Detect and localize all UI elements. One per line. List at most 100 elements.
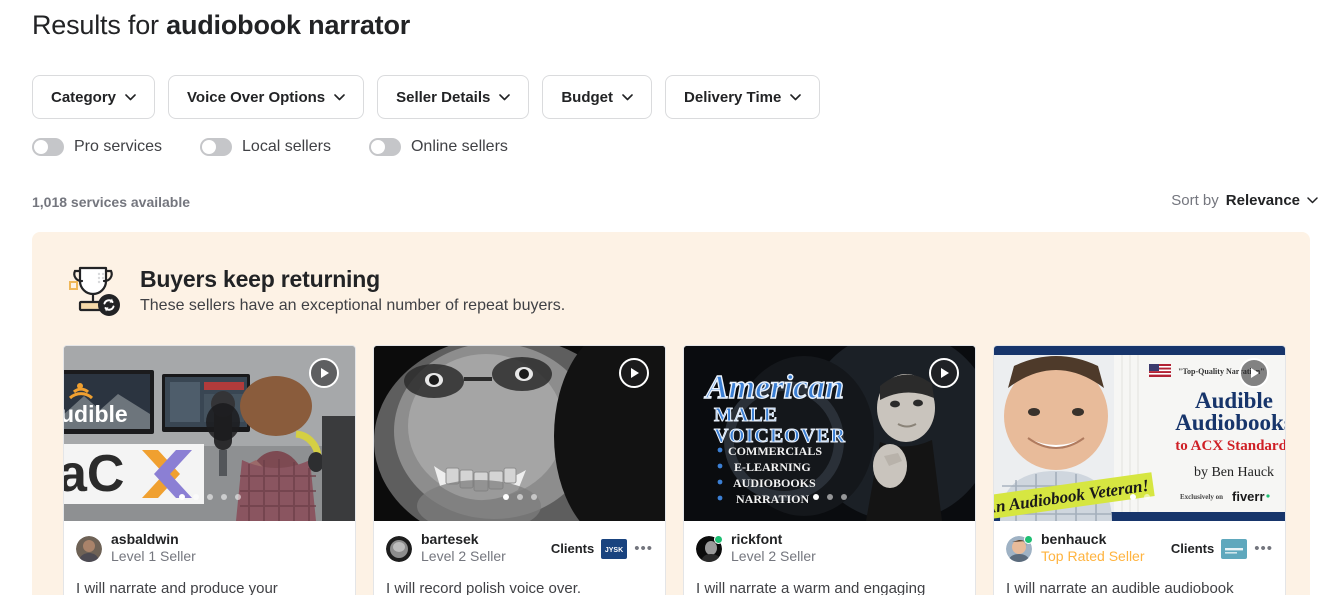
play-icon[interactable] — [619, 358, 649, 388]
svg-text:to ACX Standards: to ACX Standards — [1175, 438, 1285, 454]
carousel-dot[interactable] — [192, 494, 199, 500]
card-body: bartesek Level 2 Seller Clients JYSK •••… — [374, 521, 665, 595]
play-icon[interactable] — [309, 358, 339, 388]
filter-voice-over-options-label: Voice Over Options — [187, 88, 326, 106]
trophy-repeat-icon — [64, 262, 122, 318]
toggle-local-sellers[interactable]: Local sellers — [200, 138, 331, 156]
carousel-dot[interactable] — [812, 494, 819, 500]
filter-category[interactable]: Category — [32, 75, 156, 119]
filter-delivery-time[interactable]: Delivery Time — [665, 75, 821, 119]
filter-voice-over-options[interactable]: Voice Over Options — [168, 75, 365, 119]
toggle-pro-services-label: Pro services — [74, 138, 163, 155]
avatar[interactable] — [1006, 534, 1033, 562]
seller-row: bartesek Level 2 Seller Clients JYSK ••• — [386, 532, 653, 565]
sort-control[interactable]: Sort by Relevance — [1171, 192, 1318, 209]
chevron-down-icon — [622, 93, 633, 101]
carousel-dot[interactable] — [530, 494, 537, 500]
carousel-dot[interactable] — [178, 494, 185, 500]
svg-text:E-LEARNING: E-LEARNING — [734, 460, 811, 474]
carousel-dot[interactable] — [1129, 494, 1136, 500]
play-icon[interactable] — [929, 358, 959, 388]
banner-title: Buyers keep returning — [140, 266, 380, 292]
sort-value: Relevance — [1225, 192, 1300, 209]
card-body: rickfont Level 2 Seller I will narrate a… — [684, 521, 975, 595]
toggle-switch[interactable] — [200, 138, 233, 156]
play-triangle — [321, 368, 329, 378]
carousel-dots[interactable] — [1129, 494, 1150, 500]
svg-text:American: American — [704, 369, 844, 406]
seller-level: Level 1 Seller — [111, 548, 196, 564]
carousel-dot[interactable] — [206, 494, 213, 500]
avatar[interactable] — [76, 535, 102, 562]
card-body: benhauck Top Rated Seller Clients ••• I … — [994, 521, 1285, 595]
toggle-switch[interactable] — [32, 138, 64, 156]
online-indicator — [1024, 534, 1033, 544]
banner-header: Buyers keep returning These sellers have… — [64, 262, 565, 318]
filter-bar: Category Voice Over Options Seller Detai… — [32, 75, 821, 119]
seller-card[interactable]: "Top-Quality Narration" Audible Audioboo… — [993, 345, 1286, 595]
svg-text:NARRATION: NARRATION — [736, 492, 809, 506]
seller-row: rickfont Level 2 Seller — [696, 532, 963, 565]
svg-text:udible: udible — [64, 401, 128, 427]
client-logo[interactable] — [1221, 538, 1248, 559]
avatar[interactable] — [386, 535, 412, 562]
seller-meta: bartesek Level 2 Seller — [421, 532, 506, 565]
svg-text:MALE: MALE — [714, 404, 778, 426]
seller-level: Level 2 Seller — [731, 548, 816, 564]
chevron-down-icon — [334, 93, 345, 101]
clients-label: Clients — [1170, 541, 1215, 556]
carousel-dots[interactable] — [178, 494, 241, 500]
filter-budget[interactable]: Budget — [542, 75, 653, 119]
svg-text:JYSK: JYSK — [605, 547, 623, 554]
seller-row: benhauck Top Rated Seller Clients ••• — [1006, 532, 1273, 565]
seller-name[interactable]: rickfont — [731, 532, 816, 547]
card-thumbnail[interactable]: udible aC — [64, 346, 355, 521]
seller-name[interactable]: bartesek — [421, 532, 506, 547]
clients-label: Clients — [550, 541, 595, 556]
page-title-query: audiobook narrator — [166, 10, 411, 40]
toggle-online-sellers[interactable]: Online sellers — [368, 138, 508, 156]
svg-text:AUDIOBOOKS: AUDIOBOOKS — [733, 476, 816, 490]
seller-card-list: udible aC asbaldwin Level 1 Seller I wil… — [63, 345, 1286, 595]
clients-group: Clients ••• — [1170, 538, 1273, 559]
carousel-dot[interactable] — [840, 494, 847, 500]
carousel-dot[interactable] — [234, 494, 241, 500]
buyers-keep-returning-banner: Buyers keep returning These sellers have… — [32, 232, 1310, 595]
seller-meta: asbaldwin Level 1 Seller — [111, 532, 196, 565]
more-options-icon[interactable]: ••• — [1254, 541, 1273, 556]
card-thumbnail[interactable] — [374, 346, 665, 521]
card-title[interactable]: I will record polish voice over. — [386, 579, 653, 595]
client-logo-jysk[interactable]: JYSK — [601, 538, 628, 559]
toggle-switch[interactable] — [368, 138, 401, 156]
card-thumbnail[interactable]: "Top-Quality Narration" Audible Audioboo… — [994, 346, 1285, 521]
seller-card[interactable]: bartesek Level 2 Seller Clients JYSK •••… — [373, 345, 666, 595]
card-title[interactable]: I will narrate an audible audiobook — [1006, 579, 1273, 595]
seller-card[interactable]: udible aC asbaldwin Level 1 Seller I wil… — [63, 345, 356, 595]
seller-level: Top Rated Seller — [1041, 548, 1145, 564]
online-indicator — [714, 534, 723, 544]
filter-seller-details[interactable]: Seller Details — [377, 75, 530, 119]
banner-subtitle: These sellers have an exceptional number… — [140, 297, 566, 314]
toggle-pro-services[interactable]: Pro services — [32, 138, 162, 156]
carousel-dot[interactable] — [220, 494, 227, 500]
carousel-dot[interactable] — [1143, 494, 1150, 500]
play-triangle — [1251, 368, 1259, 378]
carousel-dot[interactable] — [826, 494, 833, 500]
seller-card[interactable]: American MALE VOICEOVER COMMERCIALS E-LE… — [683, 345, 976, 595]
carousel-dot[interactable] — [502, 494, 509, 500]
avatar[interactable] — [696, 534, 723, 562]
svg-text:aC: aC — [64, 445, 124, 503]
card-title[interactable]: I will narrate a warm and engaging — [696, 579, 963, 595]
play-icon[interactable] — [1239, 358, 1269, 388]
card-thumbnail[interactable]: American MALE VOICEOVER COMMERCIALS E-LE… — [684, 346, 975, 521]
seller-name[interactable]: benhauck — [1041, 532, 1145, 547]
card-title[interactable]: I will narrate and produce your — [76, 579, 343, 595]
carousel-dot[interactable] — [516, 494, 523, 500]
svg-text:fiverr: fiverr — [1232, 489, 1265, 504]
carousel-dots[interactable] — [812, 494, 847, 500]
more-options-icon[interactable]: ••• — [634, 541, 653, 556]
svg-text:COMMERCIALS: COMMERCIALS — [728, 444, 822, 458]
carousel-dots[interactable] — [502, 494, 537, 500]
card-body: asbaldwin Level 1 Seller I will narrate … — [64, 521, 355, 595]
seller-name[interactable]: asbaldwin — [111, 532, 196, 547]
